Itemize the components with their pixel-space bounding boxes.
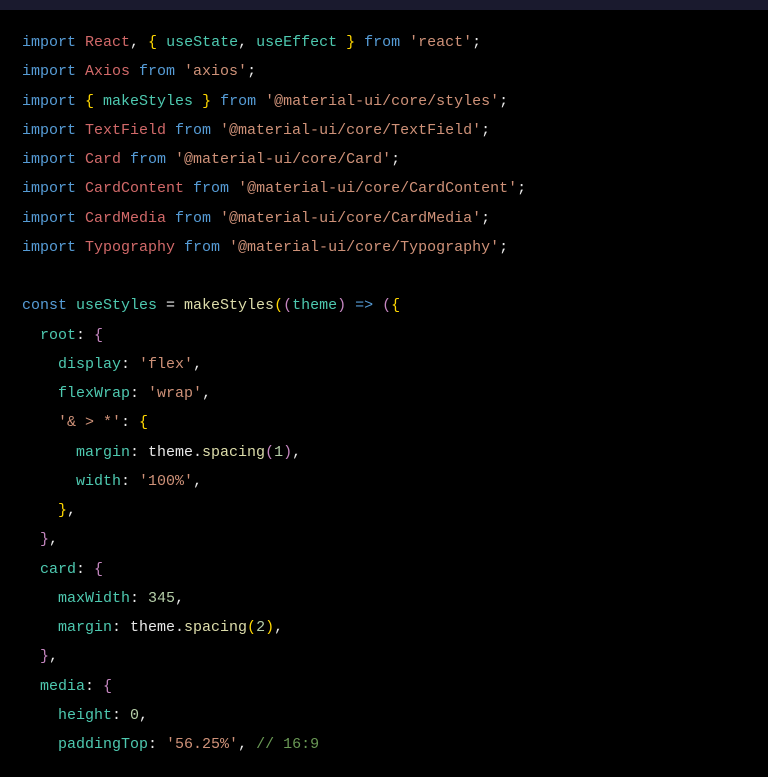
code-line-5: import Card from '@material-ui/core/Card…	[22, 145, 746, 174]
code-line-13: flexWrap: 'wrap',	[22, 379, 746, 408]
code-line-25: paddingTop: '56.25%', // 16:9	[22, 730, 746, 759]
code-line-16: width: '100%',	[22, 467, 746, 496]
code-container: import React, { useState, useEffect } fr…	[22, 28, 746, 759]
code-line-4: import TextField from '@material-ui/core…	[22, 116, 746, 145]
code-line-6: import CardContent from '@material-ui/co…	[22, 174, 746, 203]
code-line-11: root: {	[22, 321, 746, 350]
code-line-19: card: {	[22, 555, 746, 584]
code-editor[interactable]: import React, { useState, useEffect } fr…	[0, 10, 768, 777]
code-line-12: display: 'flex',	[22, 350, 746, 379]
code-line-10: const useStyles = makeStyles((theme) => …	[22, 291, 746, 320]
code-line-21: margin: theme.spacing(2),	[22, 613, 746, 642]
code-line-1: import React, { useState, useEffect } fr…	[22, 28, 746, 57]
code-line-7: import CardMedia from '@material-ui/core…	[22, 204, 746, 233]
code-line-3: import { makeStyles } from '@material-ui…	[22, 87, 746, 116]
code-line-17: },	[22, 496, 746, 525]
code-line-8: import Typography from '@material-ui/cor…	[22, 233, 746, 262]
code-line-14: '& > *': {	[22, 408, 746, 437]
code-line-9	[22, 262, 746, 291]
code-line-2: import Axios from 'axios';	[22, 57, 746, 86]
code-line-23: media: {	[22, 672, 746, 701]
code-line-24: height: 0,	[22, 701, 746, 730]
editor-top-bar	[0, 0, 768, 10]
code-line-15: margin: theme.spacing(1),	[22, 438, 746, 467]
code-line-18: },	[22, 525, 746, 554]
code-line-22: },	[22, 642, 746, 671]
code-line-20: maxWidth: 345,	[22, 584, 746, 613]
